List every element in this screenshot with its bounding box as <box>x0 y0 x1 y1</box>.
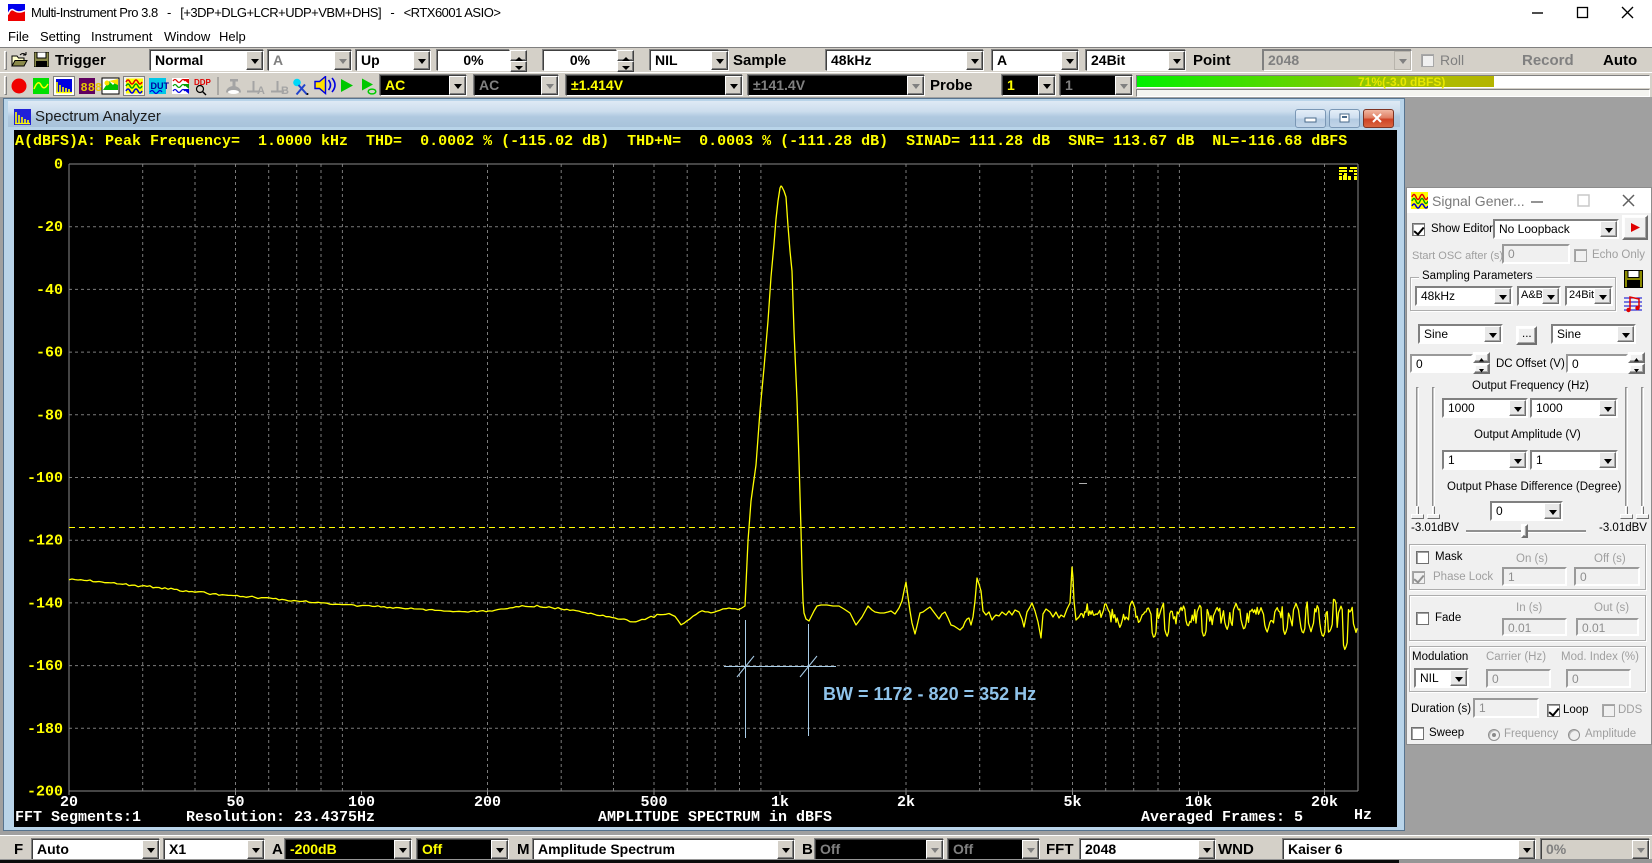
svg-text:DDP: DDP <box>194 78 212 87</box>
svg-text:-100: -100 <box>27 470 63 487</box>
svg-text:-60: -60 <box>36 345 63 362</box>
svg-text:20k: 20k <box>1311 794 1338 811</box>
svg-text:BW = 1172 - 820 = 352 Hz: BW = 1172 - 820 = 352 Hz <box>823 684 1036 704</box>
svg-text:-40: -40 <box>36 282 63 299</box>
svg-text:A: A <box>257 85 265 96</box>
svg-text:-180: -180 <box>27 721 63 738</box>
svg-text:888: 888 <box>81 81 103 95</box>
svg-text:2k: 2k <box>897 794 915 811</box>
svg-text:200: 200 <box>474 794 501 811</box>
svg-text:0: 0 <box>54 157 63 174</box>
svg-text:AMPLITUDE SPECTRUM in dBFS: AMPLITUDE SPECTRUM in dBFS <box>598 809 832 826</box>
svg-text:-200: -200 <box>27 784 63 801</box>
svg-text:Hz: Hz <box>1354 807 1372 824</box>
svg-text:-20: -20 <box>36 219 63 236</box>
svg-text:B: B <box>281 85 289 96</box>
svg-text:Resolution: 23.4375Hz: Resolution: 23.4375Hz <box>186 809 375 826</box>
svg-text:-120: -120 <box>27 533 63 550</box>
svg-text:5k: 5k <box>1063 794 1081 811</box>
svg-text:-80: -80 <box>36 407 63 424</box>
svg-text:DUT: DUT <box>151 81 170 91</box>
svg-text:Averaged Frames: 5: Averaged Frames: 5 <box>1141 809 1303 826</box>
svg-text:-140: -140 <box>27 595 63 612</box>
svg-text:-160: -160 <box>27 658 63 675</box>
svg-text:FFT Segments:1: FFT Segments:1 <box>15 809 141 826</box>
